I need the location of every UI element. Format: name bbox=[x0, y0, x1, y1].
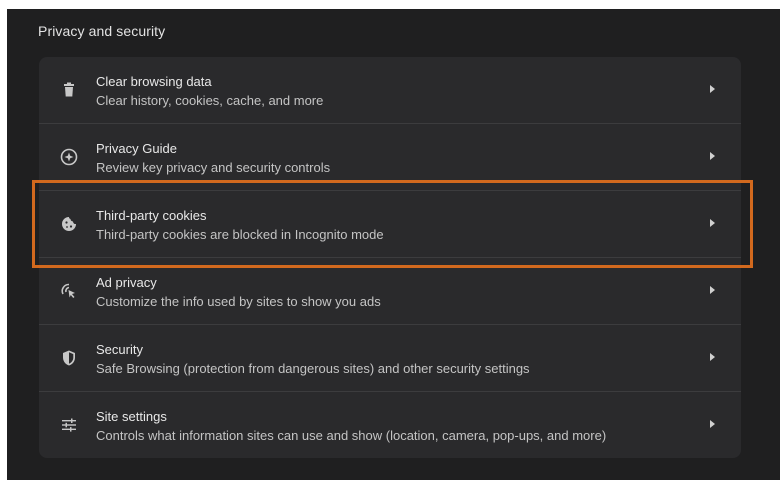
arrow-right-icon bbox=[710, 353, 715, 361]
row-description: Controls what information sites can use … bbox=[96, 428, 607, 443]
arrow-right-icon bbox=[710, 286, 715, 294]
ad-privacy-icon bbox=[59, 281, 79, 301]
arrow-right-icon bbox=[710, 420, 715, 428]
arrow-right-icon bbox=[710, 85, 715, 93]
row-description: Third-party cookies are blocked in Incog… bbox=[96, 227, 384, 242]
row-title: Privacy Guide bbox=[96, 141, 177, 156]
row-description: Customize the info used by sites to show… bbox=[96, 294, 381, 309]
divider bbox=[39, 123, 741, 124]
row-title: Site settings bbox=[96, 409, 167, 424]
row-description: Safe Browsing (protection from dangerous… bbox=[96, 361, 530, 376]
divider bbox=[39, 391, 741, 392]
row-title: Ad privacy bbox=[96, 275, 157, 290]
row-title: Clear browsing data bbox=[96, 74, 212, 89]
compass-plus-icon bbox=[59, 147, 79, 167]
privacy-guide-row[interactable]: Privacy Guide Review key privacy and sec… bbox=[39, 123, 741, 190]
privacy-settings-card: Clear browsing data Clear history, cooki… bbox=[39, 57, 741, 458]
settings-page: Privacy and security Clear browsing data… bbox=[7, 9, 780, 480]
clear-browsing-data-row[interactable]: Clear browsing data Clear history, cooki… bbox=[39, 57, 741, 123]
row-title: Security bbox=[96, 342, 143, 357]
ad-privacy-row[interactable]: Ad privacy Customize the info used by si… bbox=[39, 257, 741, 324]
arrow-right-icon bbox=[710, 152, 715, 160]
shield-icon bbox=[59, 348, 79, 368]
divider bbox=[39, 257, 741, 258]
section-title: Privacy and security bbox=[38, 23, 166, 39]
cookie-icon bbox=[59, 214, 79, 234]
row-title: Third-party cookies bbox=[96, 208, 207, 223]
sliders-icon bbox=[59, 415, 79, 435]
third-party-cookies-row[interactable]: Third-party cookies Third-party cookies … bbox=[39, 190, 741, 257]
row-description: Clear history, cookies, cache, and more bbox=[96, 93, 324, 108]
divider bbox=[39, 190, 741, 191]
security-row[interactable]: Security Safe Browsing (protection from … bbox=[39, 324, 741, 391]
row-description: Review key privacy and security controls bbox=[96, 160, 331, 175]
arrow-right-icon bbox=[710, 219, 715, 227]
divider bbox=[39, 324, 741, 325]
site-settings-row[interactable]: Site settings Controls what information … bbox=[39, 391, 741, 458]
trash-icon bbox=[59, 80, 79, 100]
